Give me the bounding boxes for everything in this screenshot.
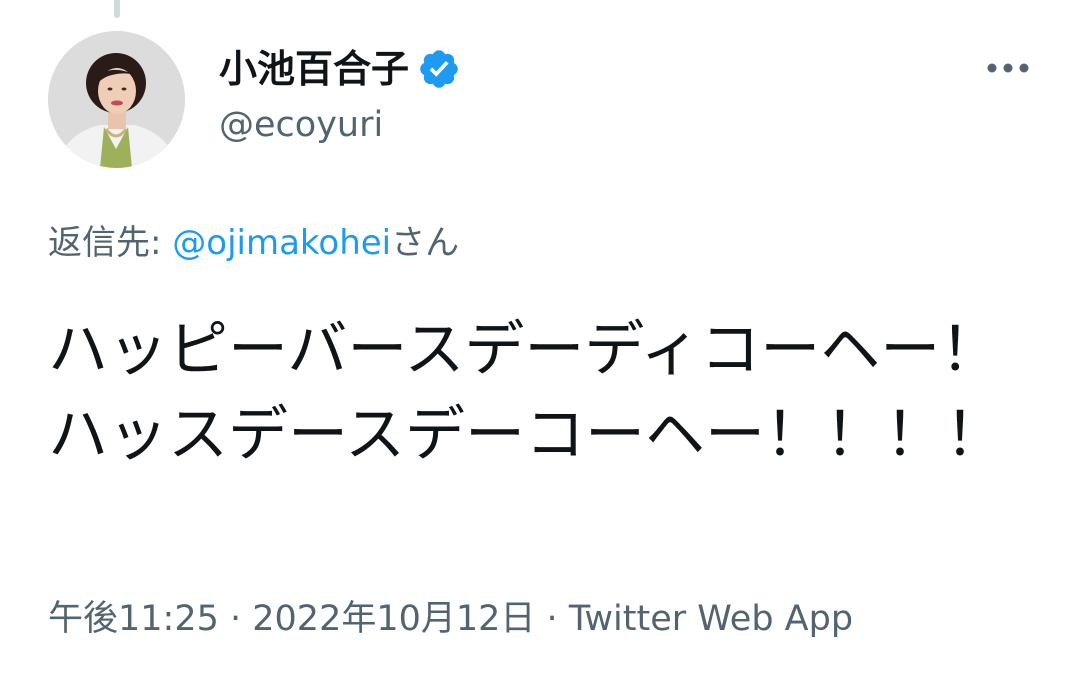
tweet-metadata: 午後11:25 · 2022年10月12日 · Twitter Web App: [48, 592, 853, 646]
reply-mention-link[interactable]: @ojimakohei: [172, 223, 391, 263]
replying-to-prefix: 返信先:: [48, 223, 173, 263]
tweet-source-label: Twitter Web App: [568, 599, 854, 639]
author-handle[interactable]: @ecoyuri: [219, 101, 383, 149]
replying-to: 返信先: @ojimakoheiさん: [48, 217, 459, 269]
avatar[interactable]: [48, 31, 185, 168]
avatar-photo-icon: [48, 31, 185, 168]
verified-badge-icon: [417, 47, 461, 91]
more-horizontal-icon: [987, 63, 1029, 73]
more-options-button[interactable]: [982, 48, 1034, 88]
tweet-detail: 小池百合子 @ecoyuri 返信先: @ojimakoheiさん ハッピーバー…: [0, 0, 1080, 677]
author-name-row[interactable]: 小池百合子: [219, 42, 461, 96]
tweet-text: ハッピーバースデーディコーヘー！ハッスデースデーコーヘー！！！！: [48, 315, 1005, 470]
thread-connector-line: [114, 0, 120, 18]
tweet-date-link[interactable]: 2022年10月12日: [252, 599, 535, 639]
meta-separator: ·: [535, 599, 569, 639]
meta-separator: ·: [218, 599, 253, 639]
display-name[interactable]: 小池百合子: [219, 42, 409, 96]
tweet-time-link[interactable]: 午後11:25: [48, 599, 219, 639]
replying-to-suffix: さん: [391, 223, 460, 263]
